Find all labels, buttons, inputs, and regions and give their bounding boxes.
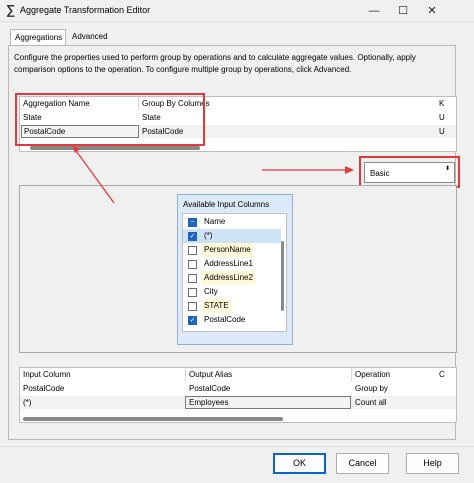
list-item[interactable]: AddressLine1 xyxy=(183,257,281,271)
list-item[interactable]: City xyxy=(183,285,281,299)
checkbox-icon[interactable] xyxy=(188,302,197,311)
checkbox-checked-icon[interactable]: ✓ xyxy=(188,316,197,325)
list-item[interactable]: − Name xyxy=(183,215,281,229)
list-item-label: PostalCode xyxy=(204,315,246,324)
help-button[interactable]: Help xyxy=(406,453,459,474)
checkbox-icon[interactable] xyxy=(188,274,197,283)
table-row-cell[interactable]: Group by xyxy=(352,382,432,395)
available-columns-title: Available Input Columns xyxy=(183,200,270,209)
list-item-label: STATE xyxy=(202,299,231,313)
list-item-label: AddressLine2 xyxy=(202,271,255,285)
column-header-c[interactable]: C xyxy=(436,368,456,381)
vertical-scrollbar[interactable] xyxy=(280,215,285,330)
list-item-label: PersonName xyxy=(202,243,253,257)
operation-grid: Input Column Output Alias Operation C Po… xyxy=(19,367,457,423)
arrow-head-left xyxy=(72,145,80,153)
list-item[interactable]: AddressLine2 xyxy=(183,271,281,285)
checkbox-icon[interactable] xyxy=(188,246,197,255)
arrow-line-left xyxy=(73,147,115,204)
list-item-label: AddressLine1 xyxy=(204,259,253,268)
list-item[interactable]: STATE xyxy=(183,299,281,313)
column-header-operation[interactable]: Operation xyxy=(352,368,432,381)
column-header-input-column[interactable]: Input Column xyxy=(20,368,184,381)
checkbox-minus-icon[interactable]: − xyxy=(188,218,197,227)
available-input-columns: Available Input Columns − Name ✓ (*) Per… xyxy=(177,194,293,345)
checkbox-icon[interactable] xyxy=(188,260,197,269)
table-row-cell[interactable]: Count all xyxy=(352,396,432,409)
cancel-button[interactable]: Cancel xyxy=(336,453,389,474)
table-row-cell[interactable]: PostalCode xyxy=(20,382,184,395)
table-row-cell[interactable]: PostalCode xyxy=(186,382,350,395)
checkbox-checked-icon[interactable]: ✓ xyxy=(188,232,197,241)
output-alias-editor[interactable]: Employees xyxy=(186,396,350,409)
list-item-label: Name xyxy=(204,217,226,226)
list-item-label: (*) xyxy=(204,231,213,240)
ok-button[interactable]: OK xyxy=(273,453,326,474)
grid-header: Input Column Output Alias Operation C xyxy=(20,368,456,381)
list-item[interactable]: PersonName xyxy=(183,243,281,257)
list-item-label: City xyxy=(204,287,218,296)
available-columns-list: − Name ✓ (*) PersonName AddressLine1 Add… xyxy=(182,213,287,332)
footer-separator xyxy=(0,446,474,447)
checkbox-icon[interactable] xyxy=(188,288,197,297)
scrollbar-thumb[interactable] xyxy=(23,417,283,421)
column-header-output-alias[interactable]: Output Alias xyxy=(186,368,350,381)
table-row-cell[interactable]: (*) xyxy=(20,396,184,409)
horizontal-scrollbar[interactable] xyxy=(20,415,456,422)
list-item[interactable]: ✓ PostalCode xyxy=(183,313,281,327)
arrow-head-right xyxy=(345,166,354,174)
list-item[interactable]: ✓ (*) xyxy=(183,229,281,243)
scrollbar-thumb[interactable] xyxy=(281,241,284,311)
